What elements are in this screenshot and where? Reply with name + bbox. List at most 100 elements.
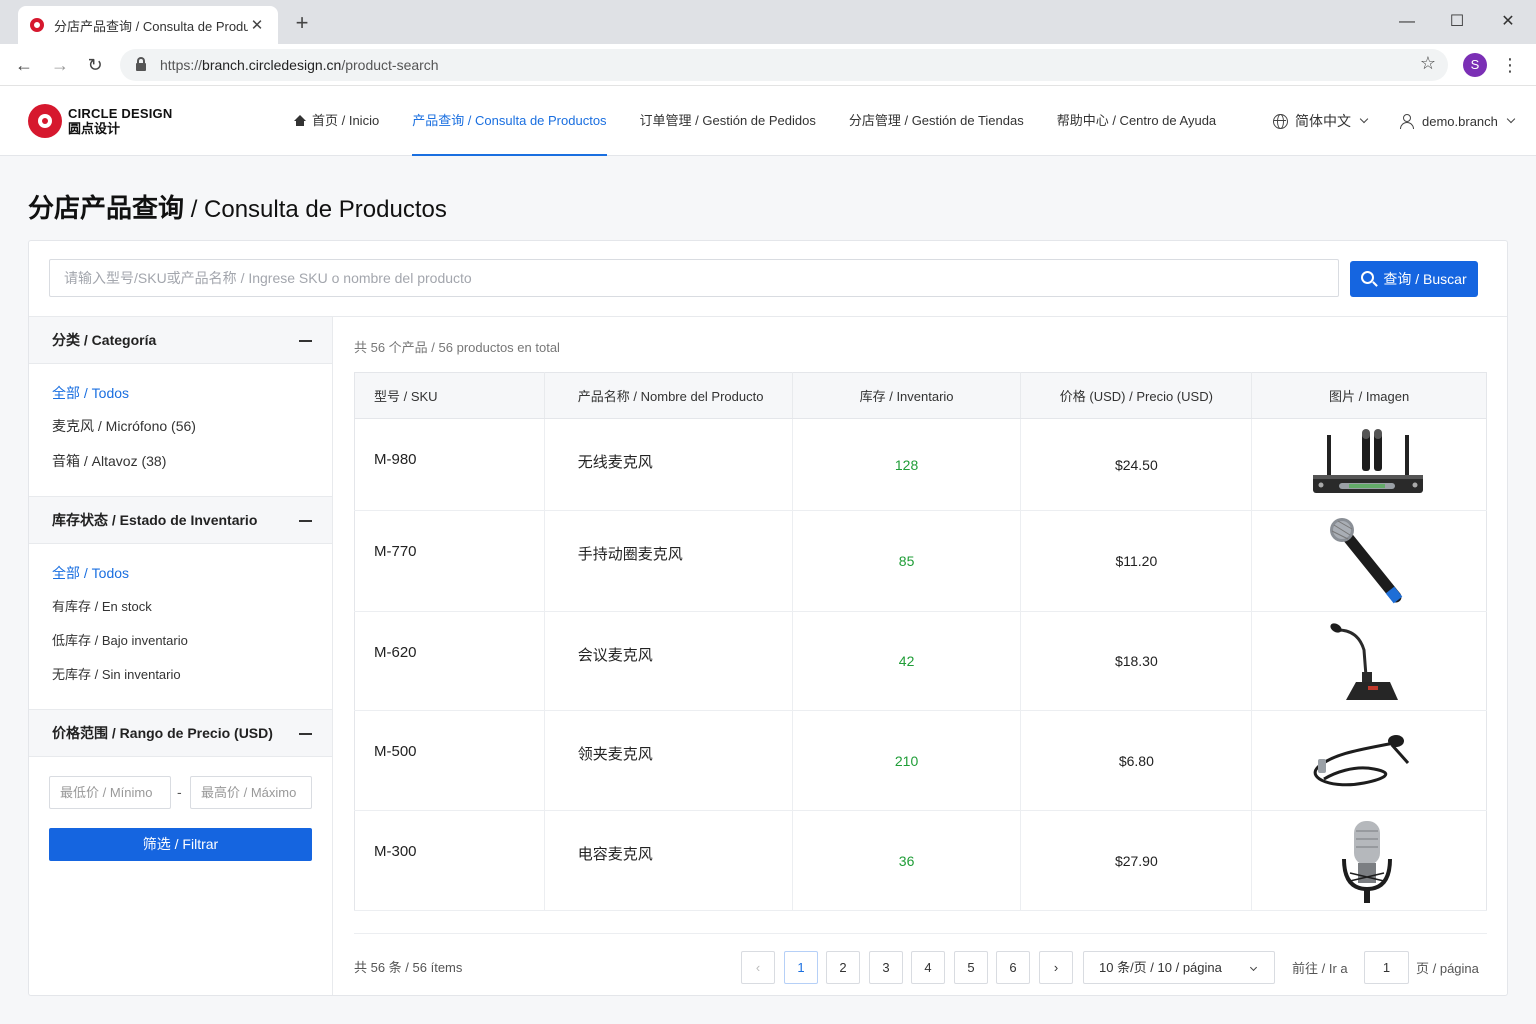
url-text: https://branch.circledesign.cn/product-s… bbox=[160, 57, 439, 73]
minimize-icon[interactable]: — bbox=[1382, 6, 1432, 38]
page-5-button[interactable]: 5 bbox=[954, 951, 988, 984]
chevron-down-icon bbox=[1506, 114, 1516, 124]
logo[interactable]: CIRCLE DESIGN 圆点设计 bbox=[28, 104, 172, 138]
nav-product-search[interactable]: 产品查询 / Consulta de Productos bbox=[412, 86, 607, 156]
chevron-down-icon bbox=[1359, 114, 1369, 124]
cell-sku: M-770 bbox=[354, 510, 545, 612]
cell-stock: 128 bbox=[792, 418, 1022, 511]
cell-name[interactable]: 无线麦克风 bbox=[544, 418, 793, 511]
table-row[interactable]: M-770 手持动圈麦克风 85 $11.20 bbox=[354, 510, 1487, 612]
results-total: 共 56 个产品 / 56 productos en total bbox=[354, 340, 560, 355]
page-title: 分店产品查询 / Consulta de Productos bbox=[28, 193, 447, 223]
browser-tab[interactable]: 分店产品查询 / Consulta de Productos ✕ bbox=[18, 6, 278, 44]
cell-name[interactable]: 手持动圈麦克风 bbox=[544, 510, 793, 612]
cell-name[interactable]: 领夹麦克风 bbox=[544, 710, 793, 811]
collapse-minus-icon[interactable] bbox=[299, 520, 312, 522]
page-6-button[interactable]: 6 bbox=[996, 951, 1030, 984]
table-row[interactable]: M-300 电容麦克风 36 $27.90 bbox=[354, 810, 1487, 911]
app-header: CIRCLE DESIGN 圆点设计 首页 / Inicio 产品查询 / Co… bbox=[0, 86, 1536, 156]
language-label: 简体中文 bbox=[1295, 113, 1351, 129]
page-size-select[interactable]: 10 条/页 / 10 / página bbox=[1083, 951, 1275, 984]
cell-price: $24.50 bbox=[1020, 418, 1253, 511]
browser-menu-icon[interactable]: ⋮ bbox=[1500, 51, 1520, 79]
facet-stock-header[interactable]: 库存状态 / Estado de Inventario bbox=[29, 497, 332, 544]
forward-icon[interactable]: → bbox=[46, 51, 74, 79]
home-icon bbox=[294, 115, 306, 126]
username: demo.branch bbox=[1422, 113, 1498, 129]
page-2-button[interactable]: 2 bbox=[826, 951, 860, 984]
facet-category-header[interactable]: 分类 / Categoría bbox=[29, 317, 332, 364]
cell-price: $27.90 bbox=[1020, 810, 1253, 911]
user-menu[interactable]: demo.branch bbox=[1400, 86, 1516, 156]
language-selector[interactable]: 简体中文 bbox=[1273, 86, 1369, 156]
goto-page-input[interactable]: 1 bbox=[1364, 951, 1409, 984]
logo-text-en: CIRCLE DESIGN bbox=[68, 106, 173, 121]
cell-sku: M-620 bbox=[354, 611, 545, 711]
page-3-button[interactable]: 3 bbox=[869, 951, 903, 984]
cell-sku: M-500 bbox=[354, 710, 545, 811]
handheld-mic-icon bbox=[1330, 518, 1403, 604]
wireless-mic-receiver-icon bbox=[1313, 429, 1424, 493]
search-button[interactable]: 查询 / Buscar bbox=[1350, 261, 1478, 297]
address-bar: ← → ↻ https://branch.circledesign.cn/pro… bbox=[0, 44, 1536, 86]
cell-image[interactable] bbox=[1251, 810, 1487, 911]
nav-orders[interactable]: 订单管理 / Gestión de Pedidos bbox=[640, 86, 816, 156]
col-name: 产品名称 / Nombre del Producto bbox=[544, 372, 793, 419]
cell-name[interactable]: 会议麦克风 bbox=[544, 611, 793, 711]
stock-option-all[interactable]: 全部 / Todos bbox=[52, 563, 129, 583]
nav-help[interactable]: 帮助中心 / Centro de Ayuda bbox=[1057, 86, 1216, 156]
search-icon bbox=[1361, 271, 1375, 284]
profile-avatar[interactable]: S bbox=[1463, 53, 1487, 77]
stock-option-in-stock[interactable]: 有库存 / En stock bbox=[52, 596, 152, 615]
cell-sku: M-980 bbox=[354, 418, 545, 511]
nav-stores[interactable]: 分店管理 / Gestión de Tiendas bbox=[849, 86, 1024, 156]
maximize-icon[interactable]: ☐ bbox=[1432, 6, 1482, 38]
price-max-input[interactable]: 最高价 / Máximo bbox=[190, 776, 312, 809]
cell-image[interactable] bbox=[1251, 611, 1487, 711]
reload-icon[interactable]: ↻ bbox=[81, 51, 109, 79]
lock-icon bbox=[136, 56, 146, 71]
category-option-speaker[interactable]: 音箱 / Altavoz (38) bbox=[52, 451, 166, 471]
category-option-microphone[interactable]: 麦克风 / Micrófono (56) bbox=[52, 416, 196, 436]
cell-stock: 36 bbox=[792, 810, 1022, 911]
next-page-button[interactable]: › bbox=[1039, 951, 1073, 984]
tab-close-icon[interactable]: ✕ bbox=[248, 16, 266, 34]
favicon-icon bbox=[30, 18, 44, 32]
nav-home[interactable]: 首页 / Inicio bbox=[294, 86, 379, 156]
cell-stock: 42 bbox=[792, 611, 1022, 711]
product-table: 型号 / SKU 产品名称 / Nombre del Producto 库存 /… bbox=[354, 372, 1487, 911]
page-4-button[interactable]: 4 bbox=[911, 951, 945, 984]
stock-option-none[interactable]: 无库存 / Sin inventario bbox=[52, 664, 181, 683]
cell-image[interactable] bbox=[1251, 710, 1487, 811]
filter-sidebar: 分类 / Categoría 全部 / Todos 麦克风 / Micrófon… bbox=[29, 317, 333, 995]
filter-button[interactable]: 筛选 / Filtrar bbox=[49, 828, 312, 861]
price-range-dash: - bbox=[177, 784, 182, 800]
conference-mic-icon bbox=[1330, 623, 1399, 700]
cell-image[interactable] bbox=[1251, 418, 1487, 511]
cell-image[interactable] bbox=[1251, 510, 1487, 612]
table-row[interactable]: M-980 无线麦克风 128 $24.50 bbox=[354, 418, 1487, 511]
logo-circle-icon bbox=[28, 104, 62, 138]
chevron-down-icon bbox=[1249, 963, 1258, 972]
price-min-input[interactable]: 最低价 / Mínimo bbox=[49, 776, 171, 809]
logo-text-zh: 圆点设计 bbox=[68, 121, 121, 136]
search-input[interactable] bbox=[49, 259, 1339, 297]
stock-option-low[interactable]: 低库存 / Bajo inventario bbox=[52, 630, 188, 649]
prev-page-button[interactable]: ‹ bbox=[741, 951, 775, 984]
window-close-icon[interactable]: ✕ bbox=[1483, 6, 1533, 38]
back-icon[interactable]: ← bbox=[10, 51, 38, 79]
cell-name[interactable]: 电容麦克风 bbox=[544, 810, 793, 911]
search-row: 查询 / Buscar bbox=[29, 241, 1507, 317]
collapse-minus-icon[interactable] bbox=[299, 733, 312, 735]
new-tab-icon[interactable]: + bbox=[290, 10, 314, 36]
bookmark-star-icon[interactable]: ☆ bbox=[1420, 53, 1436, 74]
facet-price-header[interactable]: 价格范围 / Rango de Precio (USD) bbox=[29, 710, 332, 757]
table-row[interactable]: M-620 会议麦克风 42 $18.30 bbox=[354, 611, 1487, 711]
page-1-button[interactable]: 1 bbox=[784, 951, 818, 984]
category-option-all[interactable]: 全部 / Todos bbox=[52, 383, 129, 403]
table-row[interactable]: M-500 领夹麦克风 210 $6.80 bbox=[354, 710, 1487, 811]
url-field[interactable]: https://branch.circledesign.cn/product-s… bbox=[120, 49, 1448, 81]
col-sku: 型号 / SKU bbox=[354, 372, 545, 419]
cell-price: $11.20 bbox=[1020, 510, 1253, 612]
collapse-minus-icon[interactable] bbox=[299, 340, 312, 342]
